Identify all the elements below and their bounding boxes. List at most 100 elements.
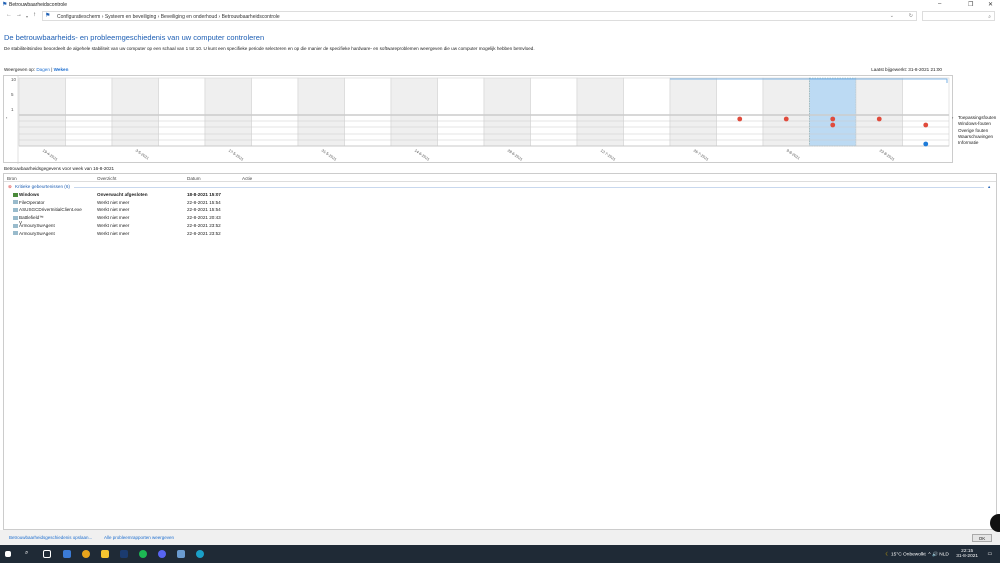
table-row[interactable]: Windows Onverwacht afgesloten 18-8-2021 … (4, 192, 994, 198)
recent-dropdown[interactable]: ▾ (26, 14, 28, 19)
error-event-marker[interactable] (923, 122, 929, 128)
summary: Werkt niet meer (97, 222, 130, 228)
week-column (65, 77, 113, 147)
legend-label: Informatie (958, 140, 979, 145)
summary: Werkt niet meer (97, 230, 130, 236)
file-explorer-icon[interactable] (101, 550, 109, 558)
flag-icon: ⚑ (2, 2, 8, 8)
maximize-button[interactable]: ❐ (968, 1, 973, 8)
week-column (855, 77, 903, 147)
view-days-link[interactable]: Dagen (36, 67, 50, 72)
x-tick-label: 31-5-2021 (321, 149, 337, 162)
week-column (251, 77, 299, 147)
week-column[interactable] (809, 77, 857, 147)
edge-icon[interactable] (196, 550, 204, 558)
collapse-icon[interactable]: ▴ (988, 184, 990, 190)
steam-icon[interactable] (120, 550, 128, 558)
table-row[interactable]: Battlefield™ V Werkt niet meer 22-8-2021… (4, 215, 994, 225)
refresh-icon[interactable]: ↻ (909, 13, 913, 19)
error-event-marker[interactable] (830, 116, 836, 122)
task-view-icon[interactable] (43, 550, 51, 558)
week-column (483, 77, 531, 147)
flag-icon: ⚑ (45, 13, 51, 19)
summary: Onverwacht afgesloten (97, 192, 148, 197)
app-icon (13, 215, 18, 220)
app-icon (13, 200, 18, 205)
breadcrumb-item[interactable]: Configuratiescherm (57, 14, 100, 20)
date: 22-8-2021 20:43 (187, 215, 221, 221)
language[interactable]: NLD (939, 552, 949, 557)
table-row[interactable]: ASUSGCDriverInitialClient.exe Werkt niet… (4, 207, 994, 213)
app-icon (13, 231, 18, 236)
week-column (390, 77, 438, 147)
app-icon[interactable] (63, 550, 71, 558)
control-panel-icon[interactable] (177, 550, 185, 558)
save-history-link[interactable]: Betrouwbaarheidsgeschiedenis opslaan... (9, 535, 92, 540)
y-tick-label: 10 (11, 77, 17, 82)
week-column (902, 77, 950, 147)
column-header-summary[interactable]: Overzicht (97, 176, 116, 181)
minimize-button[interactable]: – (938, 1, 941, 7)
chart-svg[interactable]: 10 5 1 19-4-2021 3-5-2021 17-5-2021 31-5-2021 1… (4, 76, 954, 164)
start-button[interactable] (5, 551, 11, 557)
weather-text[interactable]: 15°C Onbewolkt (891, 552, 926, 557)
discord-icon[interactable] (158, 550, 166, 558)
group-header[interactable]: ⊗ Kritieke gebeurtenissen (6) ▴ (4, 184, 994, 190)
close-button[interactable]: ✕ (988, 1, 993, 8)
error-event-marker[interactable] (830, 122, 836, 128)
week-column (297, 77, 345, 147)
group-label: Kritieke gebeurtenissen (6) (15, 184, 70, 189)
table-header: Bron Overzicht Datum Actie (4, 174, 996, 182)
system-tray: ☾ 15°C Onbewolkt ^ 🔊 NLD 22:15 31-8-2021… (885, 549, 992, 559)
clock[interactable]: 22:15 31-8-2021 (956, 549, 978, 559)
x-tick-label: 19-4-2021 (42, 149, 58, 162)
week-column (158, 77, 206, 147)
footer: Betrouwbaarheidsgeschiedenis opslaan... … (0, 530, 1000, 545)
table-row[interactable]: ArmourySwAgent Werkt niet meer 22-8-2021… (4, 231, 994, 237)
error-event-marker[interactable] (737, 116, 743, 122)
x-tick-label: 23-8-2021 (879, 149, 895, 162)
up-button[interactable]: ↑ (33, 12, 36, 18)
forward-button[interactable]: → (16, 12, 22, 18)
source: FileOperator (19, 199, 45, 205)
breadcrumb-item[interactable]: Systeem en beveiliging (105, 14, 156, 20)
week-column (18, 77, 66, 147)
app-icon (13, 223, 18, 228)
breadcrumb-item[interactable]: Beveiliging en onderhoud (161, 14, 217, 20)
breadcrumb-item[interactable]: Betrouwbaarheidscontrole (222, 14, 280, 20)
all-reports-link[interactable]: Alle probleemrapporten weergeven (104, 535, 174, 540)
table-row[interactable]: FileOperator Werkt niet meer 22-8-2021 1… (4, 200, 994, 206)
chevron-down-icon[interactable]: ⌄ (890, 13, 894, 19)
legend-label: Windows-fouten (958, 121, 991, 126)
spotify-icon[interactable] (139, 550, 147, 558)
x-tick-label: 12-7-2021 (600, 149, 616, 162)
date: 22-8-2021 23:52 (187, 222, 221, 228)
column-header-action[interactable]: Actie (242, 176, 252, 181)
week-column (576, 77, 624, 147)
summary: Werkt niet meer (97, 215, 130, 221)
stability-chart[interactable]: 10 5 1 19-4-2021 3-5-2021 17-5-2021 31-5-2021 1… (3, 75, 954, 164)
week-column (111, 77, 159, 147)
search-input[interactable]: ⌕ (922, 11, 995, 21)
search-icon: ⌕ (988, 14, 991, 20)
column-header-source[interactable]: Bron (7, 176, 17, 181)
error-event-marker[interactable] (876, 116, 882, 122)
chrome-icon[interactable] (82, 550, 90, 558)
view-weeks-link[interactable]: Weken (54, 67, 69, 72)
error-event-marker[interactable] (783, 116, 789, 122)
notification-icon[interactable]: ▭ (987, 552, 992, 557)
week-column (344, 77, 392, 147)
scroll-left-icon[interactable]: ‹ (6, 115, 7, 120)
search-icon[interactable]: ⌕ (25, 550, 33, 558)
scroll-right-icon[interactable]: › (952, 115, 953, 120)
address-bar[interactable]: ⚑ Configuratiescherm › Systeem en beveil… (42, 11, 917, 21)
ok-button[interactable]: OK (972, 534, 992, 542)
table-row[interactable]: ArmourySwAgent Werkt niet meer 22-8-2021… (4, 223, 994, 229)
legend-label: Toepassingsfouten (958, 115, 997, 120)
back-button[interactable]: ← (6, 12, 12, 18)
week-column (716, 77, 764, 147)
column-header-date[interactable]: Datum (187, 176, 201, 181)
info-event-marker[interactable] (923, 141, 929, 147)
date: 22-8-2021 15:54 (187, 207, 221, 213)
app-icon (13, 208, 18, 213)
